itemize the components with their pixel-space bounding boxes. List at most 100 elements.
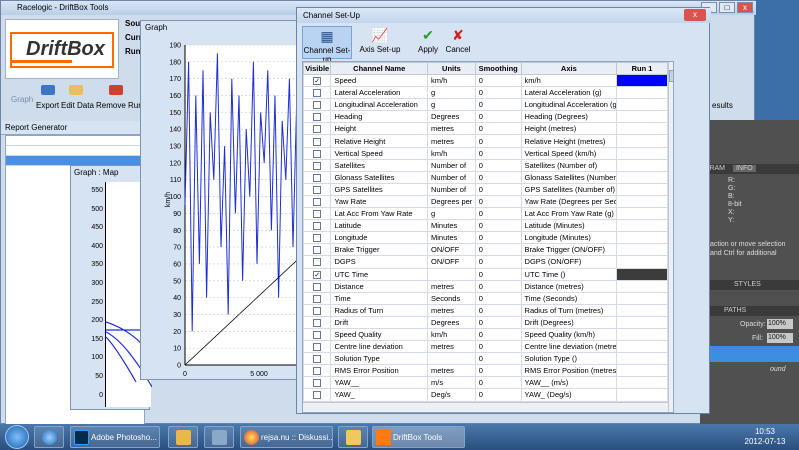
run-1-color-cell[interactable] <box>616 267 668 281</box>
run-1-color-cell[interactable] <box>616 364 668 378</box>
channel-row[interactable]: Centre line deviation metres 0 Centre line … <box>303 340 668 354</box>
axis-cell[interactable]: GPS Satellites (Number of) <box>520 182 618 196</box>
run-1-color-cell[interactable] <box>616 170 668 184</box>
axis-cell[interactable]: Drift (Degrees) <box>520 315 618 329</box>
channel-name-cell[interactable]: Speed <box>330 73 429 88</box>
smoothing-cell[interactable]: 0 <box>474 122 522 136</box>
channel-name-cell[interactable]: YAW_ <box>330 388 429 402</box>
units-cell[interactable] <box>427 352 476 366</box>
col-channel-name[interactable]: Channel Name <box>330 62 429 75</box>
axis-setup-button[interactable]: 📈 Axis Set-up <box>357 26 403 59</box>
channel-row[interactable]: Latitude Minutes 0 Latitude (Minutes) <box>303 219 668 233</box>
smoothing-cell[interactable]: 0 <box>474 86 522 100</box>
channel-name-cell[interactable]: Vertical Speed <box>330 146 429 160</box>
visible-checkbox[interactable]: ✓ <box>313 270 322 279</box>
task-network[interactable] <box>204 426 234 448</box>
channel-row[interactable]: Glonass Satellites Number of 0 Glonass Sate… <box>303 170 668 184</box>
visible-checkbox[interactable] <box>313 101 322 110</box>
cancel-button[interactable]: ✘ Cancel <box>443 26 473 59</box>
axis-cell[interactable]: RMS Error Position (metres) <box>520 364 618 378</box>
run-1-color-cell[interactable] <box>616 207 668 221</box>
system-clock[interactable]: 10:53 2012-07-13 <box>740 427 790 447</box>
horizontal-scrollbar[interactable] <box>303 402 668 412</box>
channel-name-cell[interactable]: DGPS <box>330 255 429 269</box>
task-ie[interactable] <box>34 426 64 448</box>
export-button[interactable]: Export <box>36 101 59 110</box>
channel-row[interactable]: DGPS ON/OFF 0 DGPS (ON/OFF) <box>303 255 668 269</box>
axis-cell[interactable]: YAW_ (Deg/s) <box>520 388 618 402</box>
channel-row[interactable]: Height metres 0 Height (metres) <box>303 122 668 136</box>
channel-name-cell[interactable]: Longitude <box>330 231 429 245</box>
channel-row[interactable]: ✓ UTC Time 0 UTC Time () <box>303 267 668 281</box>
units-cell[interactable]: Deg/s <box>427 388 476 402</box>
speed-chart[interactable]: 0 10 20 30 40 50 60 70 80 90 100 110 120 130 140 150 160… <box>141 35 311 381</box>
axis-cell[interactable]: DGPS (ON/OFF) <box>520 255 618 269</box>
ps-styles-tab[interactable]: STYLES <box>700 280 799 290</box>
channel-row[interactable]: ✓ Speed km/h 0 km/h <box>303 73 668 88</box>
ps-info-tab[interactable]: INFO <box>732 165 756 172</box>
visible-checkbox[interactable] <box>313 149 322 158</box>
units-cell[interactable]: Number of <box>427 170 476 184</box>
smoothing-cell[interactable]: 0 <box>474 110 522 124</box>
smoothing-cell[interactable]: 0 <box>474 364 522 378</box>
smoothing-cell[interactable]: 0 <box>474 340 522 354</box>
dialog-close-button[interactable]: x <box>684 9 706 21</box>
channel-row[interactable]: Yaw RateDegrees per Se0Yaw Rate (Degrees… <box>303 194 668 209</box>
visible-checkbox[interactable] <box>313 234 322 243</box>
channel-name-cell[interactable]: Distance <box>330 279 429 293</box>
visible-checkbox[interactable] <box>313 173 322 182</box>
units-cell[interactable]: g <box>427 207 476 221</box>
visible-checkbox[interactable]: ✓ <box>313 77 322 86</box>
channel-row[interactable]: Longitudinal Acceleration g 0 Longitudinal … <box>303 98 668 112</box>
channel-name-cell[interactable]: Drift <box>330 315 429 329</box>
smoothing-cell[interactable]: 0 <box>474 255 522 269</box>
units-cell[interactable]: Number of <box>427 158 476 172</box>
visible-checkbox[interactable] <box>313 391 322 400</box>
channel-name-cell[interactable]: Lat Acc From Yaw Rate <box>330 207 429 221</box>
units-cell[interactable]: g <box>427 98 476 112</box>
smoothing-cell[interactable]: 0 <box>474 194 522 209</box>
channel-name-cell[interactable]: Heading <box>330 110 429 124</box>
axis-cell[interactable]: Vertical Speed (km/h) <box>520 146 618 160</box>
smoothing-cell[interactable]: 0 <box>474 327 522 342</box>
smoothing-cell[interactable]: 0 <box>474 219 522 233</box>
task-explorer[interactable] <box>168 426 198 448</box>
axis-cell[interactable]: Speed Quality (km/h) <box>520 327 618 342</box>
run-1-color-cell[interactable] <box>616 255 668 269</box>
visible-checkbox[interactable] <box>313 125 322 134</box>
visible-checkbox[interactable] <box>313 355 322 364</box>
channel-row[interactable]: GPS Satellites Number of 0 GPS Satellites (… <box>303 182 668 196</box>
visible-checkbox[interactable] <box>313 185 322 194</box>
task-folder[interactable] <box>338 426 368 448</box>
axis-cell[interactable]: Time (Seconds) <box>520 291 618 305</box>
smoothing-cell[interactable]: 0 <box>474 146 522 160</box>
units-cell[interactable]: m/s <box>427 376 476 390</box>
units-cell[interactable] <box>427 267 476 281</box>
remove-run-button[interactable]: Remove Run <box>96 101 143 110</box>
task-driftbox[interactable]: DriftBox Tools <box>372 426 465 448</box>
units-cell[interactable]: metres <box>427 303 476 317</box>
axis-cell[interactable]: km/h <box>520 73 618 88</box>
channel-row[interactable]: RMS Error Position metres 0 RMS Error Posit… <box>303 364 668 378</box>
visible-checkbox[interactable] <box>313 113 322 122</box>
axis-cell[interactable]: Relative Height (metres) <box>520 134 618 148</box>
smoothing-cell[interactable]: 0 <box>474 352 522 366</box>
axis-cell[interactable]: Centre line deviation (metres) <box>520 340 618 354</box>
run-1-color-cell[interactable] <box>616 122 668 136</box>
channel-row[interactable]: Vertical Speed km/h 0 Vertical Speed (km/h) <box>303 146 668 160</box>
units-cell[interactable]: metres <box>427 340 476 354</box>
ps-background-layer[interactable]: ound <box>770 366 786 373</box>
apply-button[interactable]: ✔ Apply <box>415 26 441 59</box>
smoothing-cell[interactable]: 0 <box>474 73 522 88</box>
visible-checkbox[interactable] <box>313 210 322 219</box>
axis-cell[interactable]: Latitude (Minutes) <box>520 219 618 233</box>
run-1-color-cell[interactable] <box>616 146 668 160</box>
channel-name-cell[interactable]: Satellites <box>330 158 429 172</box>
channel-row[interactable]: Solution Type 0 Solution Type () <box>303 352 668 366</box>
axis-cell[interactable]: Brake Trigger (ON/OFF) <box>520 243 618 257</box>
ps-selected-layer[interactable] <box>700 346 799 362</box>
ps-paths-tab[interactable]: PATHS <box>700 306 799 316</box>
smoothing-cell[interactable]: 0 <box>474 388 522 402</box>
channel-row[interactable]: Radius of Turn metres 0 Radius of Turn (met… <box>303 303 668 317</box>
run-1-color-cell[interactable] <box>616 279 668 293</box>
